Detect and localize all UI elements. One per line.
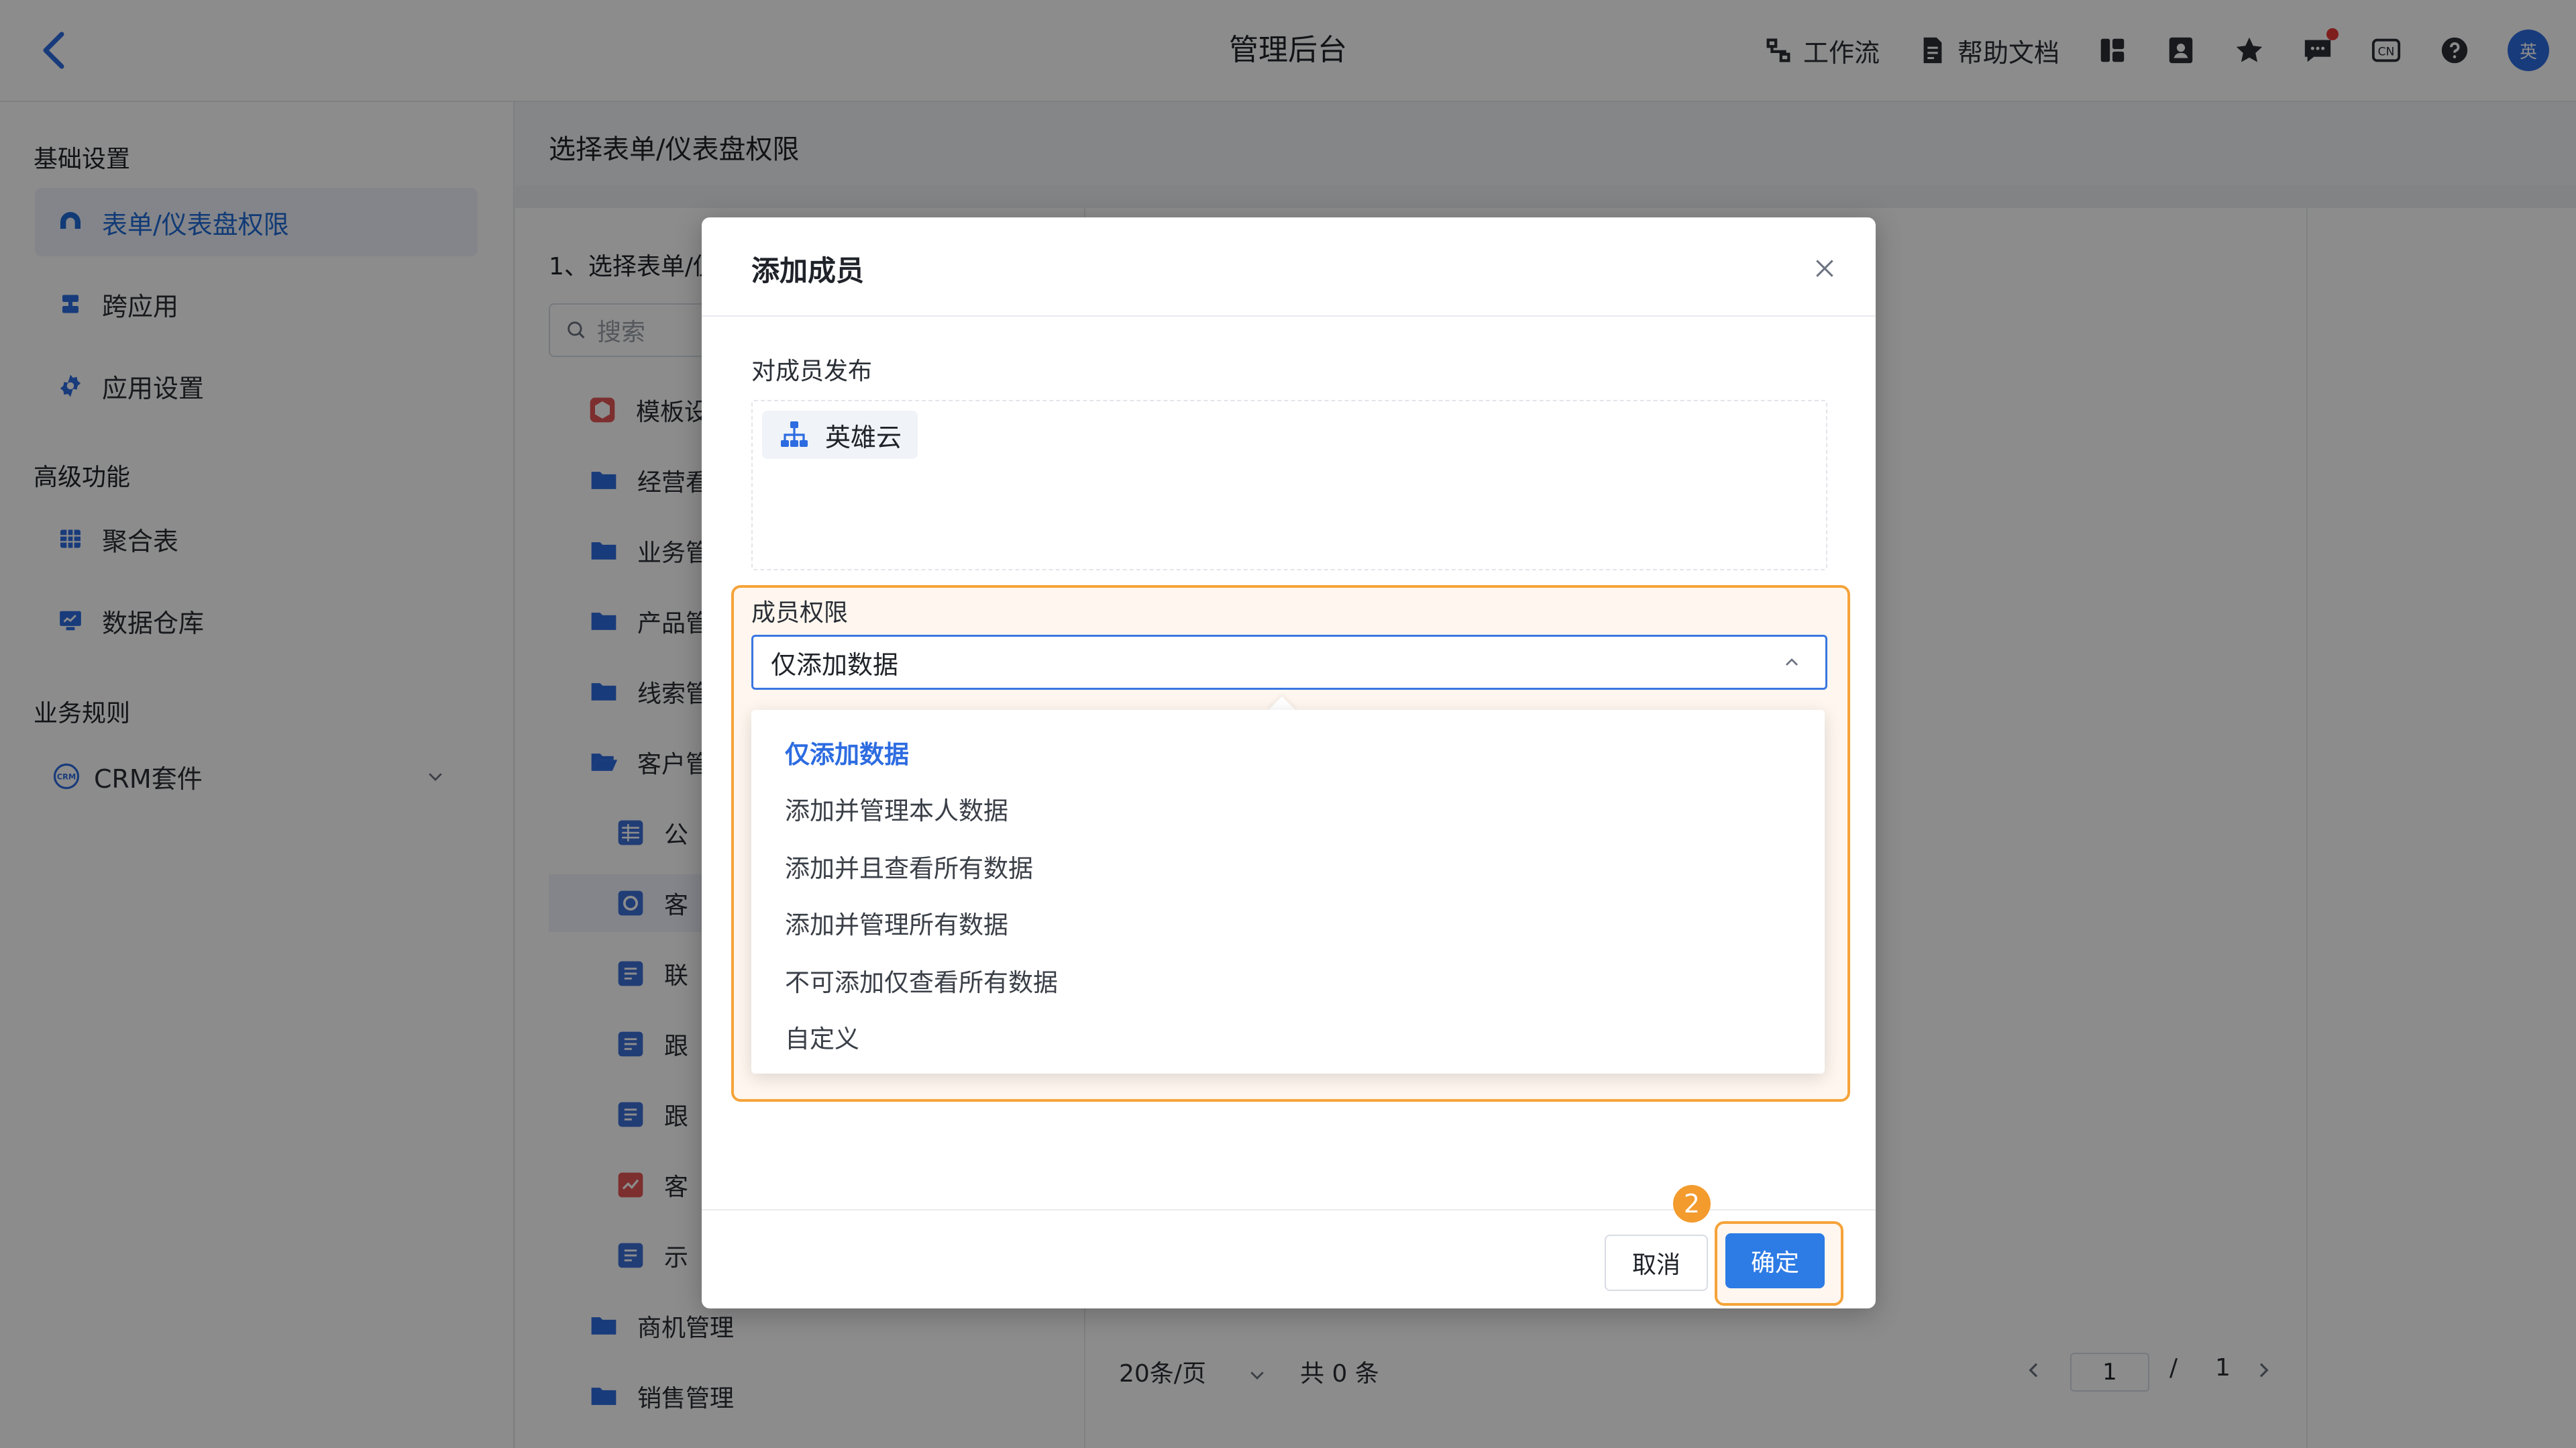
confirm-button[interactable]: 确定 xyxy=(1725,1233,1825,1288)
permission-select[interactable]: 仅添加数据 xyxy=(751,635,1827,690)
permission-option-add-only[interactable]: 仅添加数据 xyxy=(785,734,909,770)
dialog-title: 添加成员 xyxy=(751,254,865,287)
dialog-header: 添加成员 xyxy=(702,217,1876,317)
chevron-up-icon xyxy=(1786,658,1798,666)
permission-option-add-manage-own[interactable]: 添加并管理本人数据 xyxy=(785,790,1008,827)
member-tag[interactable]: 英雄云 xyxy=(762,411,918,459)
member-tag-label: 英雄云 xyxy=(825,422,902,452)
publish-label: 对成员发布 xyxy=(751,358,873,385)
permission-select-value: 仅添加数据 xyxy=(771,650,899,680)
close-icon[interactable] xyxy=(1811,255,1838,282)
permission-option-custom[interactable]: 自定义 xyxy=(785,1019,859,1055)
permission-label: 成员权限 xyxy=(751,599,849,627)
permission-option-add-manage-all[interactable]: 添加并管理所有数据 xyxy=(785,904,1008,941)
member-picker[interactable]: 英雄云 xyxy=(751,400,1827,570)
permission-option-view-only[interactable]: 不可添加仅查看所有数据 xyxy=(785,962,1058,998)
cancel-button[interactable]: 取消 xyxy=(1605,1235,1708,1291)
step-badge-2: 2 xyxy=(1673,1185,1711,1223)
org-tree-icon xyxy=(781,421,808,447)
permission-dropdown: 仅添加数据 添加并管理本人数据 添加并且查看所有数据 添加并管理所有数据 不可添… xyxy=(751,710,1825,1074)
add-member-dialog: 添加成员 对成员发布 英雄云 1 成员权限 仅添加数据 仅添加数据 添加并管理本… xyxy=(702,217,1876,1308)
permission-option-add-view-all[interactable]: 添加并且查看所有数据 xyxy=(785,848,1033,884)
